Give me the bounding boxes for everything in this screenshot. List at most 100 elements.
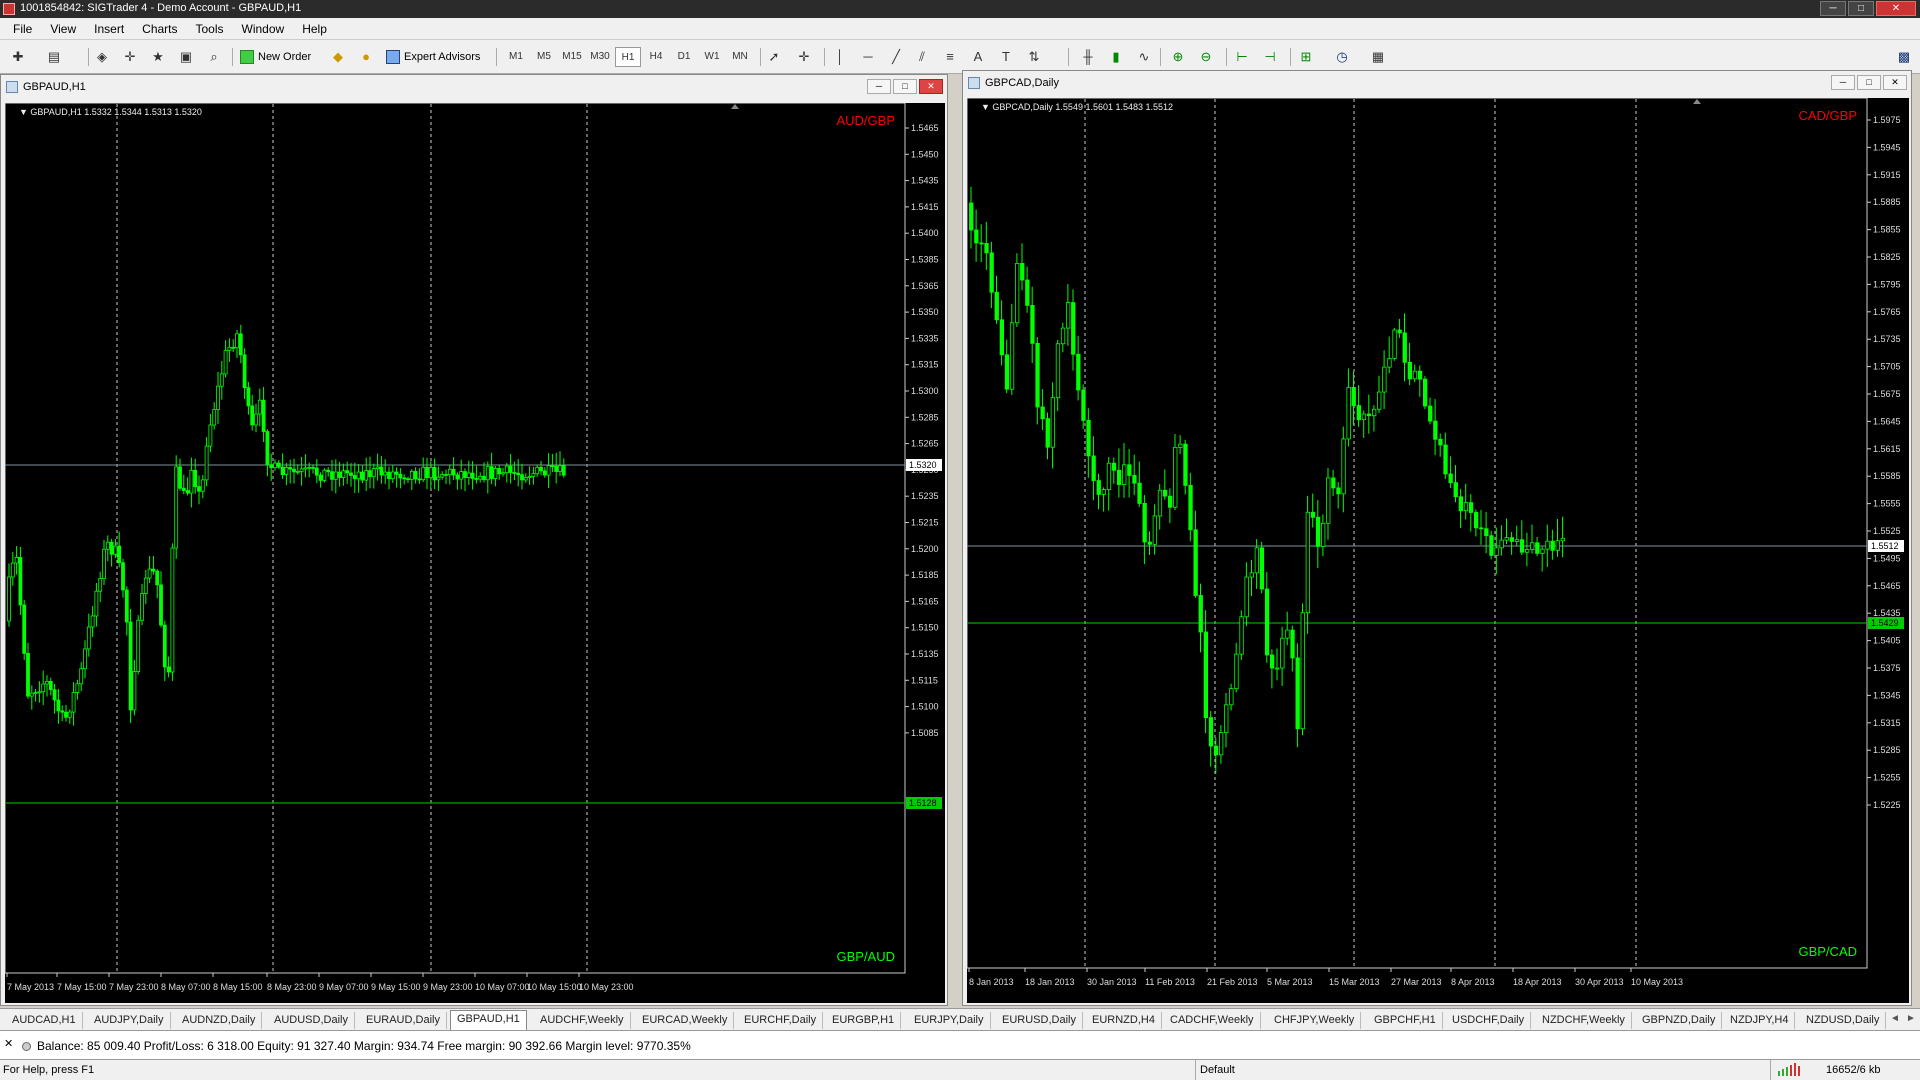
tab-gbpchf-h1[interactable]: GBPCHF,H1: [1368, 1012, 1443, 1029]
timeframe-h1[interactable]: H1: [615, 47, 641, 67]
timeframe-m30[interactable]: M30: [587, 47, 613, 67]
timeframe-w1[interactable]: W1: [699, 47, 725, 67]
templates-icon[interactable]: ▦: [1370, 49, 1386, 65]
strategy-tester-icon[interactable]: ⌕: [206, 49, 222, 65]
chart-shift-icon[interactable]: ⊣: [1262, 49, 1278, 65]
close-button[interactable]: ✕: [1876, 1, 1916, 16]
tab-audnzd-daily[interactable]: AUDNZD,Daily: [176, 1012, 263, 1029]
chart-close-button[interactable]: ✕: [919, 79, 943, 94]
horizontal-line-icon[interactable]: ─: [860, 49, 876, 65]
new-order-button[interactable]: New Order: [240, 47, 311, 67]
menu-window[interactable]: Window: [233, 22, 294, 36]
line-chart-icon[interactable]: ∿: [1136, 49, 1152, 65]
tab-eurnzd-h4[interactable]: EURNZD,H4: [1086, 1012, 1162, 1029]
text-label-icon[interactable]: T: [998, 49, 1014, 65]
candlestick-icon[interactable]: ▮: [1108, 49, 1124, 65]
cursor-icon[interactable]: ➚: [766, 49, 782, 65]
tab-audchf-weekly[interactable]: AUDCHF,Weekly: [534, 1012, 631, 1029]
timeframe-m5[interactable]: M5: [531, 47, 557, 67]
tab-cadchf-weekly[interactable]: CADCHF,Weekly: [1164, 1012, 1261, 1029]
zoom-in-icon[interactable]: ⊕: [1170, 49, 1186, 65]
candle-body: [1142, 503, 1147, 543]
chart-window-gbpcad[interactable]: GBPCAD,Daily ─ □ ✕ 1.5975 1.5945 1.5915 1.5…: [962, 70, 1912, 1006]
chart-maximize-button[interactable]: □: [1857, 75, 1881, 90]
candle-body: [398, 473, 403, 479]
tab-audusd-daily[interactable]: AUDUSD,Daily: [268, 1012, 355, 1029]
text-icon[interactable]: A: [970, 49, 986, 65]
tab-nzdjpy-h4[interactable]: NZDJPY,H4: [1724, 1012, 1796, 1029]
chart-minimize-button[interactable]: ─: [867, 79, 891, 94]
tab-euraud-daily[interactable]: EURAUD,Daily: [360, 1012, 447, 1029]
crosshair-icon[interactable]: ✛: [796, 49, 812, 65]
menu-charts[interactable]: Charts: [133, 22, 186, 36]
expert-advisors-button[interactable]: Expert Advisors: [386, 47, 480, 67]
fibonacci-icon[interactable]: ≡: [942, 49, 958, 65]
maximize-button[interactable]: □: [1848, 1, 1874, 16]
candle-body: [1116, 469, 1122, 485]
candle-body: [428, 467, 433, 479]
market-watch-icon[interactable]: ◈: [94, 49, 110, 65]
tab-eurusd-daily[interactable]: EURUSD,Daily: [996, 1012, 1083, 1029]
new-chart-icon[interactable]: ✚: [10, 49, 26, 65]
tab-eurjpy-daily[interactable]: EURJPY,Daily: [908, 1012, 991, 1029]
tab-eurcad-weekly[interactable]: EURCAD,Weekly: [636, 1012, 735, 1029]
autoscroll-icon[interactable]: ⊢: [1234, 49, 1250, 65]
chart-window-gbpaud[interactable]: GBPAUD,H1 ─ □ ✕ 1.5465 1.5450 1.5435 1.5415…: [0, 74, 948, 1006]
candle-body: [1280, 637, 1285, 669]
terminal-icon[interactable]: ▣: [178, 49, 194, 65]
tab-prev-icon[interactable]: ◄: [1890, 1013, 1900, 1024]
channel-icon[interactable]: ⫽: [914, 49, 930, 65]
timeframe-m1[interactable]: M1: [503, 47, 529, 67]
candle-body: [288, 467, 293, 470]
tab-next-icon[interactable]: ►: [1906, 1013, 1916, 1024]
tab-chfjpy-weekly[interactable]: CHFJPY,Weekly: [1268, 1012, 1362, 1029]
menu-file[interactable]: File: [4, 22, 41, 36]
zoom-out-icon[interactable]: ⊖: [1198, 49, 1214, 65]
bar-chart-icon[interactable]: ╫: [1080, 49, 1096, 65]
timeframe-m15[interactable]: M15: [559, 47, 585, 67]
candle-body: [1346, 386, 1351, 440]
timeframe-d1[interactable]: D1: [671, 47, 697, 67]
vertical-line-icon[interactable]: │: [832, 49, 848, 65]
tab-eurchf-daily[interactable]: EURCHF,Daily: [738, 1012, 824, 1029]
timeframe-h4[interactable]: H4: [643, 47, 669, 67]
timeframe-mn[interactable]: MN: [727, 47, 753, 67]
candle-body: [1183, 443, 1188, 486]
candle-body: [1433, 420, 1438, 440]
tab-usdchf-daily[interactable]: USDCHF,Daily: [1446, 1012, 1532, 1029]
tab-nzdusd-daily[interactable]: NZDUSD,Daily: [1800, 1012, 1887, 1029]
tab-nzdchf-weekly[interactable]: NZDCHF,Weekly: [1536, 1012, 1632, 1029]
chart-maximize-button[interactable]: □: [893, 79, 917, 94]
arrows-icon[interactable]: ⇅: [1026, 49, 1042, 65]
tab-audjpy-daily[interactable]: AUDJPY,Daily: [88, 1012, 171, 1029]
expert-advisors-icon: [386, 50, 400, 64]
chat-icon[interactable]: ▩: [1896, 49, 1912, 65]
candle-body: [447, 468, 452, 476]
menu-view[interactable]: View: [41, 22, 85, 36]
tab-gbpnzd-daily[interactable]: GBPNZD,Daily: [1636, 1012, 1723, 1029]
menu-help[interactable]: Help: [293, 22, 336, 36]
navigator-icon[interactable]: ★: [150, 49, 166, 65]
minimize-button[interactable]: ─: [1820, 1, 1846, 16]
candle-body: [474, 478, 479, 480]
tab-eurgbp-h1[interactable]: EURGBP,H1: [826, 1012, 902, 1029]
chart-close-button[interactable]: ✕: [1883, 75, 1907, 90]
menu-insert[interactable]: Insert: [85, 22, 133, 36]
candle-body: [1555, 540, 1560, 551]
trendline-icon[interactable]: ╱: [888, 49, 904, 65]
menu-tools[interactable]: Tools: [187, 22, 233, 36]
price-chart-gbpaud[interactable]: 1.5465 1.5450 1.5435 1.5415 1.5400 1.5385 1.53…: [5, 103, 945, 1003]
periods-icon[interactable]: ◷: [1334, 49, 1350, 65]
candle-body: [1494, 547, 1499, 556]
metaeditor-icon[interactable]: ◆: [330, 49, 346, 65]
profiles-icon[interactable]: ▤: [46, 49, 62, 65]
tab-audcad-h1[interactable]: AUDCAD,H1: [6, 1012, 83, 1029]
price-chart-gbpcad[interactable]: 1.5975 1.5945 1.5915 1.5885 1.5855 1.5825 1.57…: [967, 98, 1909, 1003]
indicators-icon[interactable]: ⊞: [1298, 49, 1314, 65]
autotrading-icon[interactable]: ●: [358, 49, 374, 65]
data-window-icon[interactable]: ✛: [122, 49, 138, 65]
date-label: 7 May 15:00: [57, 982, 107, 992]
chart-minimize-button[interactable]: ─: [1831, 75, 1855, 90]
terminal-close-icon[interactable]: ✕: [4, 1037, 13, 1050]
tab-gbpaud-h1[interactable]: GBPAUD,H1: [450, 1010, 527, 1030]
